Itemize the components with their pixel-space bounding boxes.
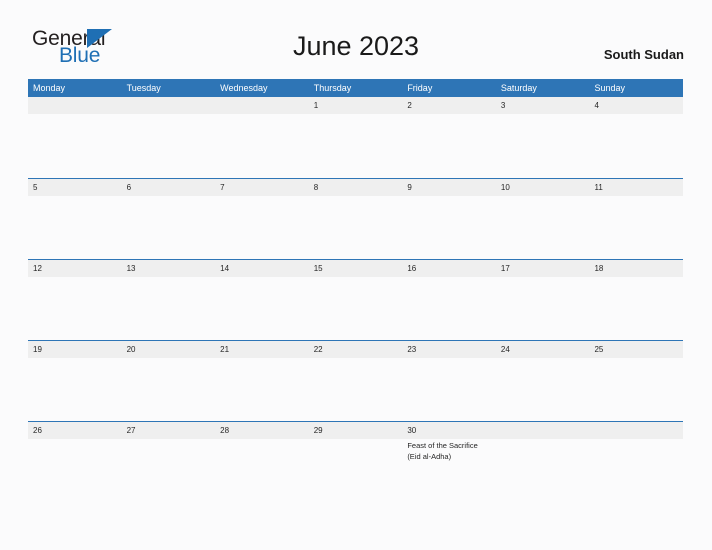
week-row: 1 2 3 4 <box>28 97 683 178</box>
day-cell[interactable]: 13 <box>122 260 216 340</box>
week-row: 26 27 28 29 30 Feast of the Sacrifice (Eid al… <box>28 421 683 502</box>
holiday-label: Feast of the Sacrifice (Eid al-Adha) <box>407 441 478 461</box>
day-cell[interactable]: 25 <box>589 341 683 421</box>
week-cells: 1 2 3 4 <box>28 97 683 178</box>
day-number: 5 <box>33 183 38 192</box>
day-number: 21 <box>220 345 230 354</box>
day-cell[interactable]: 27 <box>122 422 216 502</box>
day-number: 11 <box>594 183 603 192</box>
day-cell[interactable]: 19 <box>28 341 122 421</box>
location-label: South Sudan <box>603 47 684 62</box>
day-number: 6 <box>126 183 132 192</box>
weekday-header-wednesday: Wednesday <box>220 83 268 93</box>
week-cells: 26 27 28 29 30 Feast of the Sacrifice (Eid al… <box>28 422 683 502</box>
day-cell-empty <box>28 97 122 178</box>
weekday-header-friday: Friday <box>407 83 433 93</box>
day-number: 7 <box>220 183 225 192</box>
day-number: 27 <box>126 426 136 435</box>
day-number: 26 <box>33 426 42 435</box>
day-events: Feast of the Sacrifice (Eid al-Adha) <box>407 439 491 462</box>
day-number: 17 <box>500 264 510 273</box>
day-cell[interactable]: 8 <box>309 179 403 259</box>
day-cell[interactable]: 26 <box>28 422 122 502</box>
day-cell[interactable]: 29 <box>309 422 403 502</box>
weekday-header-row: Monday Tuesday Wednesday Thursday Friday Satu… <box>28 79 683 97</box>
day-number: 16 <box>407 264 417 273</box>
day-cell[interactable]: 14 <box>215 260 309 340</box>
day-cell[interactable]: 22 <box>309 341 403 421</box>
day-number: 29 <box>313 426 323 435</box>
day-cell-empty <box>215 97 309 178</box>
day-cell-empty <box>589 422 683 502</box>
day-cell[interactable]: 20 <box>122 341 216 421</box>
day-number: 3 <box>500 101 506 110</box>
day-number: 12 <box>33 264 42 273</box>
day-number: 2 <box>407 101 412 110</box>
day-cell[interactable]: 23 <box>402 341 496 421</box>
day-cell[interactable]: 2 <box>402 97 496 178</box>
day-cell[interactable]: 24 <box>496 341 590 421</box>
day-cell[interactable]: 12 <box>28 260 122 340</box>
day-cell[interactable]: 9 <box>402 179 496 259</box>
day-cell-empty <box>496 422 590 502</box>
day-cell[interactable]: 30 Feast of the Sacrifice (Eid al-Adha) <box>402 422 496 502</box>
day-cell[interactable]: 15 <box>309 260 403 340</box>
day-number: 15 <box>313 264 323 273</box>
week-cells: 12 13 14 15 16 17 18 <box>28 260 683 340</box>
day-number: 9 <box>407 183 412 192</box>
page-header: General Blue June 2023 South Sudan <box>0 0 712 79</box>
weekday-header-sunday: Sunday <box>594 83 625 93</box>
day-cell[interactable]: 28 <box>215 422 309 502</box>
day-cell[interactable]: 21 <box>215 341 309 421</box>
day-number: 25 <box>594 345 604 354</box>
weekday-header-monday: Monday <box>33 83 66 93</box>
day-cell[interactable]: 4 <box>589 97 683 178</box>
day-number: 23 <box>407 345 417 354</box>
day-cell-empty <box>122 97 216 178</box>
weekday-header-saturday: Saturday <box>500 83 537 93</box>
day-number: 20 <box>126 345 136 354</box>
day-cell[interactable]: 11 <box>589 179 683 259</box>
day-cell[interactable]: 17 <box>496 260 590 340</box>
day-number: 8 <box>313 183 319 192</box>
week-cells: 19 20 21 22 23 24 25 <box>28 341 683 421</box>
day-number: 10 <box>500 183 510 192</box>
weekday-header-tuesday: Tuesday <box>126 83 161 93</box>
day-cell[interactable]: 7 <box>215 179 309 259</box>
day-cell[interactable]: 16 <box>402 260 496 340</box>
calendar-grid: Monday Tuesday Wednesday Thursday Friday Satu… <box>28 79 683 502</box>
day-number: 30 <box>407 426 417 435</box>
week-rows-container: 1 2 3 4 5 6 7 8 9 10 11 12 13 14 15 16 17 18 19 20 21 22 23 24 2… <box>28 97 683 502</box>
day-cell[interactable]: 1 <box>309 97 403 178</box>
day-number: 14 <box>220 264 230 273</box>
day-cell[interactable]: 6 <box>122 179 216 259</box>
week-row: 19 20 21 22 23 24 25 <box>28 340 683 421</box>
week-cells: 5 6 7 8 9 10 11 <box>28 179 683 259</box>
week-row: 12 13 14 15 16 17 18 <box>28 259 683 340</box>
day-number: 13 <box>126 264 136 273</box>
day-cell[interactable]: 10 <box>496 179 590 259</box>
day-cell[interactable]: 18 <box>589 260 683 340</box>
day-number: 18 <box>594 264 604 273</box>
day-cell[interactable]: 3 <box>496 97 590 178</box>
week-row: 5 6 7 8 9 10 11 <box>28 178 683 259</box>
day-number: 19 <box>33 345 42 354</box>
day-number: 1 <box>313 101 319 110</box>
day-number: 24 <box>500 345 510 354</box>
day-number: 28 <box>220 426 230 435</box>
day-number: 4 <box>594 101 599 110</box>
day-cell[interactable]: 5 <box>28 179 122 259</box>
weekday-header-thursday: Thursday <box>313 83 352 93</box>
day-number: 22 <box>313 345 323 354</box>
